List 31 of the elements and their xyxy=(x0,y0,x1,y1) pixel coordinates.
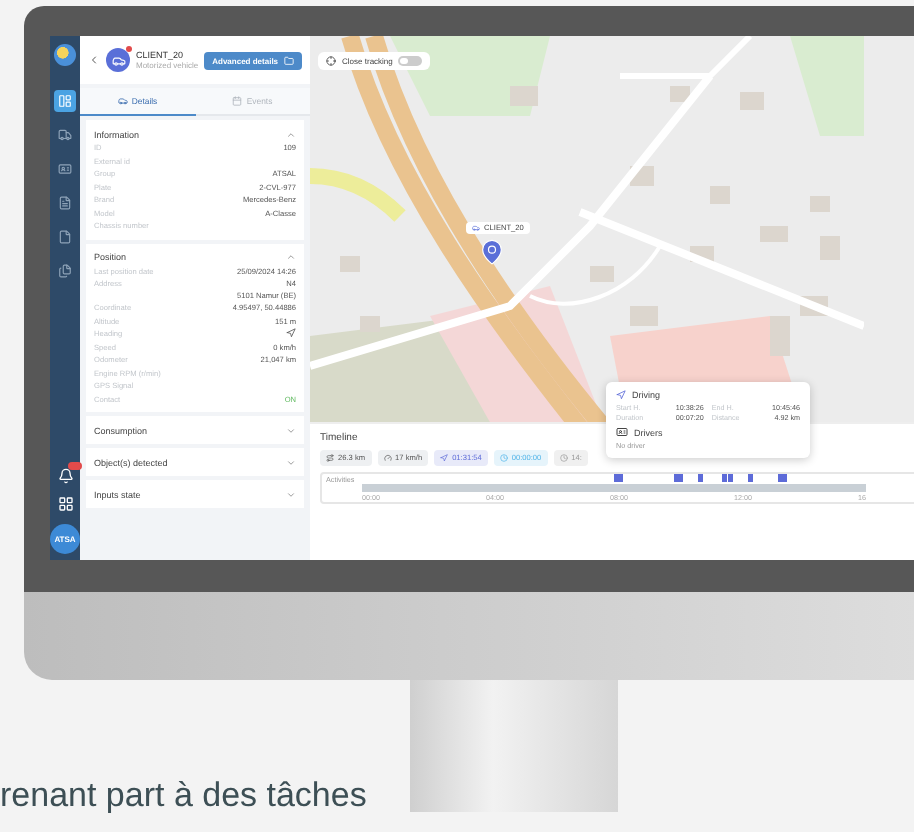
caption-text: renant part à des tâches xyxy=(0,776,367,816)
expand-icon[interactable] xyxy=(286,489,297,499)
clock-icon xyxy=(499,454,508,462)
nav-item[interactable] xyxy=(54,226,76,248)
nav-item[interactable] xyxy=(54,90,76,112)
navigation-arrow-icon xyxy=(440,454,449,462)
car-icon xyxy=(472,224,481,232)
driving-icon xyxy=(616,390,627,400)
logo-icon xyxy=(54,44,76,66)
grid-icon[interactable] xyxy=(57,496,73,512)
expand-icon[interactable] xyxy=(286,457,297,467)
car-icon xyxy=(117,96,128,106)
route-icon xyxy=(326,454,335,462)
collapse-icon[interactable] xyxy=(286,252,297,262)
driver-card-icon xyxy=(616,426,629,438)
crosshair-icon xyxy=(326,56,337,66)
back-icon[interactable] xyxy=(88,54,100,66)
calendar-icon xyxy=(232,96,243,106)
vehicle-avatar xyxy=(106,48,130,72)
nav-item[interactable] xyxy=(54,192,76,214)
clock-icon xyxy=(559,454,568,462)
nav-item[interactable] xyxy=(54,124,76,146)
folder-icon xyxy=(284,55,295,65)
nav-item[interactable] xyxy=(54,158,76,180)
expand-icon[interactable] xyxy=(286,425,297,435)
gauge-icon xyxy=(383,454,392,462)
tracking-toggle[interactable] xyxy=(398,56,423,66)
collapse-icon[interactable] xyxy=(286,129,297,139)
heading-arrow-icon xyxy=(286,328,297,338)
map-pin-icon[interactable] xyxy=(478,238,507,266)
nav-item[interactable] xyxy=(54,260,76,282)
